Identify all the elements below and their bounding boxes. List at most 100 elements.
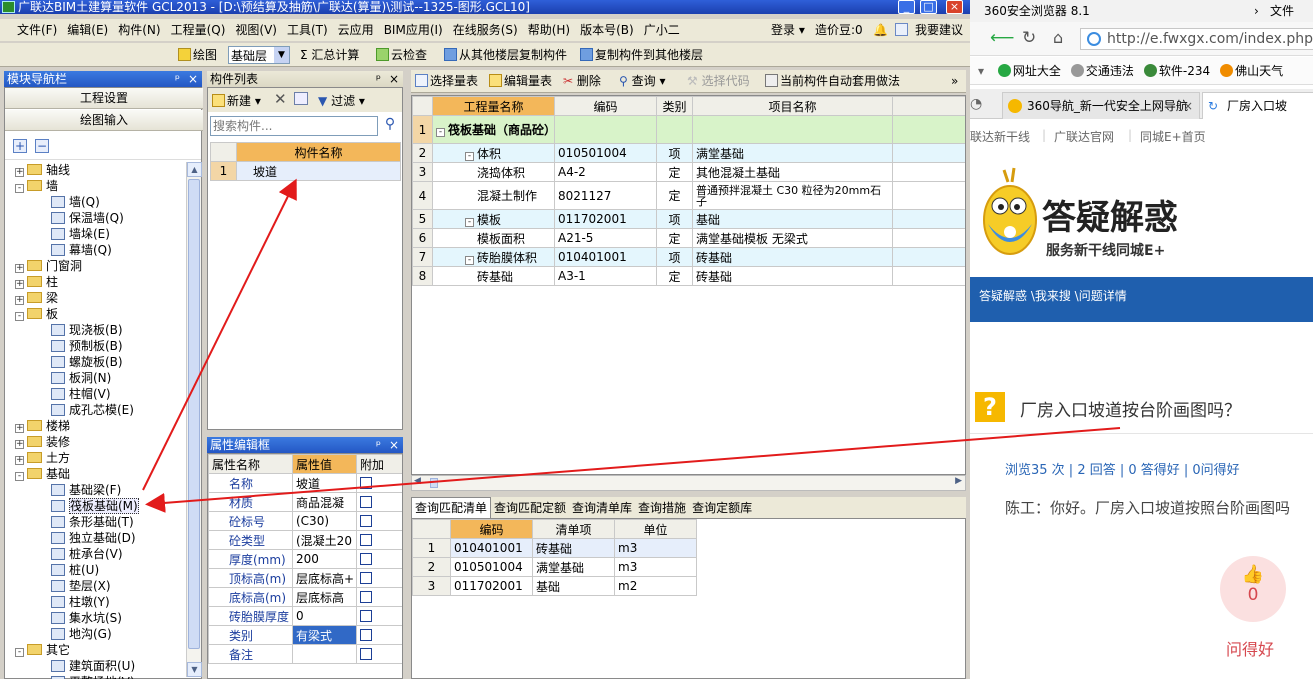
tree-leaf[interactable]: 墙(Q) — [51, 194, 100, 210]
menu-item[interactable]: 文件(F) — [12, 19, 62, 41]
tab-question[interactable]: ↻ 厂房入口坡 — [1202, 92, 1313, 119]
bookmark-item[interactable]: 佛山天气 — [1220, 64, 1283, 78]
scroll-down-icon[interactable]: ▼ — [187, 662, 202, 677]
quantity-row[interactable]: 5- 模板 011702001 项基础 — [412, 209, 965, 229]
more-icon[interactable]: » — [951, 72, 958, 90]
tree-leaf[interactable]: 成孔芯模(E) — [51, 402, 134, 418]
property-row[interactable]: 材质 商品混凝 — [208, 492, 402, 512]
extra-checkbox[interactable] — [360, 648, 372, 660]
list-item-cell[interactable]: 砖基础 — [532, 538, 615, 558]
login-menu[interactable]: 登录 ▾ — [766, 19, 810, 41]
property-value[interactable]: 层底标高 — [292, 587, 357, 607]
query-tab[interactable]: 查询匹配清单 — [411, 497, 492, 519]
item-name-cell[interactable]: 砖基础 — [692, 247, 893, 267]
component-name-cell[interactable]: 坡道 — [236, 161, 401, 181]
draw-input-button[interactable]: 绘图输入 — [5, 110, 203, 131]
query-button[interactable]: ⚲ 查询 ▾ — [619, 72, 665, 90]
delete-icon[interactable]: ✕ — [274, 90, 287, 108]
quantity-name[interactable]: 浇捣体积 — [432, 162, 555, 182]
chevron-down-icon[interactable]: ▾ — [978, 64, 984, 78]
filter-button[interactable]: ▼ 过滤 ▾ — [318, 92, 365, 109]
collapse-icon[interactable]: - — [465, 255, 474, 265]
menu-item[interactable]: 编辑(E) — [62, 19, 113, 41]
property-row[interactable]: 底标高(m) 层底标高 — [208, 587, 402, 607]
quantity-row[interactable]: 4 混凝土制作 8021127 定普通预拌混凝土 C30 粒径为20mm石子 — [412, 181, 965, 210]
property-row[interactable]: 类别 有梁式 — [208, 625, 402, 645]
menu-item[interactable]: 云应用 — [333, 19, 379, 41]
new-button[interactable]: 新建 ▾ — [212, 92, 261, 109]
collapse-icon[interactable]: - — [15, 312, 24, 321]
property-row[interactable]: 名称 坡道 — [208, 473, 402, 493]
home-icon[interactable]: ⌂ — [1053, 28, 1063, 47]
menu-item[interactable]: 构件(N) — [113, 19, 165, 41]
edit-table-button[interactable]: 编辑量表 — [489, 72, 552, 90]
project-settings-button[interactable]: 工程设置 — [5, 88, 203, 109]
draw-button[interactable]: 绘图 — [178, 46, 217, 64]
menu-item[interactable]: 在线服务(S) — [448, 19, 523, 41]
tree-leaf[interactable]: 垫层(X) — [51, 578, 111, 594]
code-cell[interactable]: 011702001 — [450, 576, 533, 596]
expand-icon[interactable]: + — [15, 168, 24, 177]
tree-leaf[interactable]: 独立基础(D) — [51, 530, 136, 546]
code-cell[interactable]: 010501004 — [450, 557, 533, 577]
close-button[interactable]: × — [946, 0, 963, 14]
quantity-name[interactable]: 砖基础 — [432, 266, 555, 286]
item-name-cell[interactable]: 满堂基础模板 无梁式 — [692, 228, 893, 248]
quantity-name[interactable]: - 模板 — [432, 209, 555, 229]
bookmark-item[interactable]: 网址大全 — [997, 64, 1061, 78]
expand-icon[interactable]: + — [15, 264, 24, 273]
code-cell[interactable]: 010401001 — [450, 538, 533, 558]
table-row[interactable]: 1 坡道 — [210, 161, 401, 181]
tree-folder[interactable]: - 基础 — [15, 466, 70, 482]
url-input[interactable]: http://e.fwxgx.com/index.php? — [1080, 28, 1313, 50]
delete-button[interactable]: ✂ 删除 — [563, 72, 601, 90]
scroll-thumb[interactable] — [188, 179, 200, 649]
expand-icon[interactable]: + — [15, 424, 24, 433]
property-row[interactable]: 砼标号 (C30) — [208, 511, 402, 531]
site-link-official[interactable]: 广联达官网 — [1054, 128, 1114, 145]
tree-leaf[interactable]: 保温墙(Q) — [51, 210, 124, 226]
extra-checkbox[interactable] — [360, 572, 372, 584]
menu-item[interactable]: 工程量(Q) — [166, 19, 231, 41]
menu-item[interactable]: BIM应用(I) — [379, 19, 448, 41]
match-row[interactable]: 1 010401001 砖基础 m3 — [412, 538, 697, 558]
query-tab[interactable]: 查询措施 — [635, 498, 689, 519]
extra-checkbox[interactable] — [360, 553, 372, 565]
property-row[interactable]: 顶标高(m) 层底标高+ — [208, 568, 402, 588]
copy-icon[interactable] — [294, 92, 308, 105]
code-cell[interactable]: 8021127 — [554, 181, 657, 210]
tree-leaf[interactable]: 柱墩(Y) — [51, 594, 110, 610]
like-button[interactable]: 👍 0 — [1220, 556, 1286, 622]
list-item-cell[interactable]: 满堂基础 — [532, 557, 615, 577]
history-icon[interactable]: ◔ — [970, 96, 982, 112]
item-name-cell[interactable]: 基础 — [692, 209, 893, 229]
quantity-row[interactable]: 1- 筏板基础（商品砼） — [412, 115, 965, 144]
tree-folder[interactable]: -板 — [15, 306, 58, 322]
expand-icon[interactable]: + — [15, 456, 24, 465]
quantity-name[interactable]: - 体积 — [432, 143, 555, 163]
query-tab[interactable]: 查询匹配定额 — [491, 498, 569, 519]
collapse-all-icon[interactable]: − — [35, 139, 49, 153]
tree-folder[interactable]: + 装修 — [15, 434, 70, 450]
file-menu[interactable]: 文件 — [1270, 0, 1294, 22]
menu-item[interactable]: 广小二 — [639, 19, 685, 41]
copy-to-floor-button[interactable]: 复制构件到其他楼层 — [580, 46, 703, 64]
breadcrumb[interactable]: 答疑解惑 \我来搜 \问题详情 — [979, 289, 1127, 303]
auto-apply-button[interactable]: 当前构件自动套用做法 — [765, 72, 900, 90]
select-table-button[interactable]: 选择量表 — [415, 72, 478, 90]
scroll-right-icon[interactable]: ▶ — [955, 476, 962, 486]
tree-leaf[interactable]: 桩(U) — [51, 562, 99, 578]
tree-leaf[interactable]: 条形基础(T) — [51, 514, 134, 530]
tree-leaf[interactable]: 墙垛(E) — [51, 226, 110, 242]
quantity-row[interactable]: 6 模板面积 A21-5 定满堂基础模板 无梁式 — [412, 228, 965, 248]
code-cell[interactable]: 010501004 — [554, 143, 657, 163]
maximize-button[interactable]: □ — [920, 0, 937, 14]
tree-leaf[interactable]: 地沟(G) — [51, 626, 112, 642]
close-icon[interactable]: × — [389, 71, 399, 87]
tree-folder[interactable]: + 门窗洞 — [15, 258, 82, 274]
quantity-row[interactable]: 3 浇捣体积 A4-2 定其他混凝土基础 — [412, 162, 965, 182]
menu-item[interactable]: 工具(T) — [282, 19, 333, 41]
menu-item[interactable]: 视图(V) — [230, 19, 282, 41]
quantity-name[interactable]: - 筏板基础（商品砼） — [432, 115, 555, 144]
sum-calc-button[interactable]: Σ 汇总计算 — [300, 46, 359, 64]
